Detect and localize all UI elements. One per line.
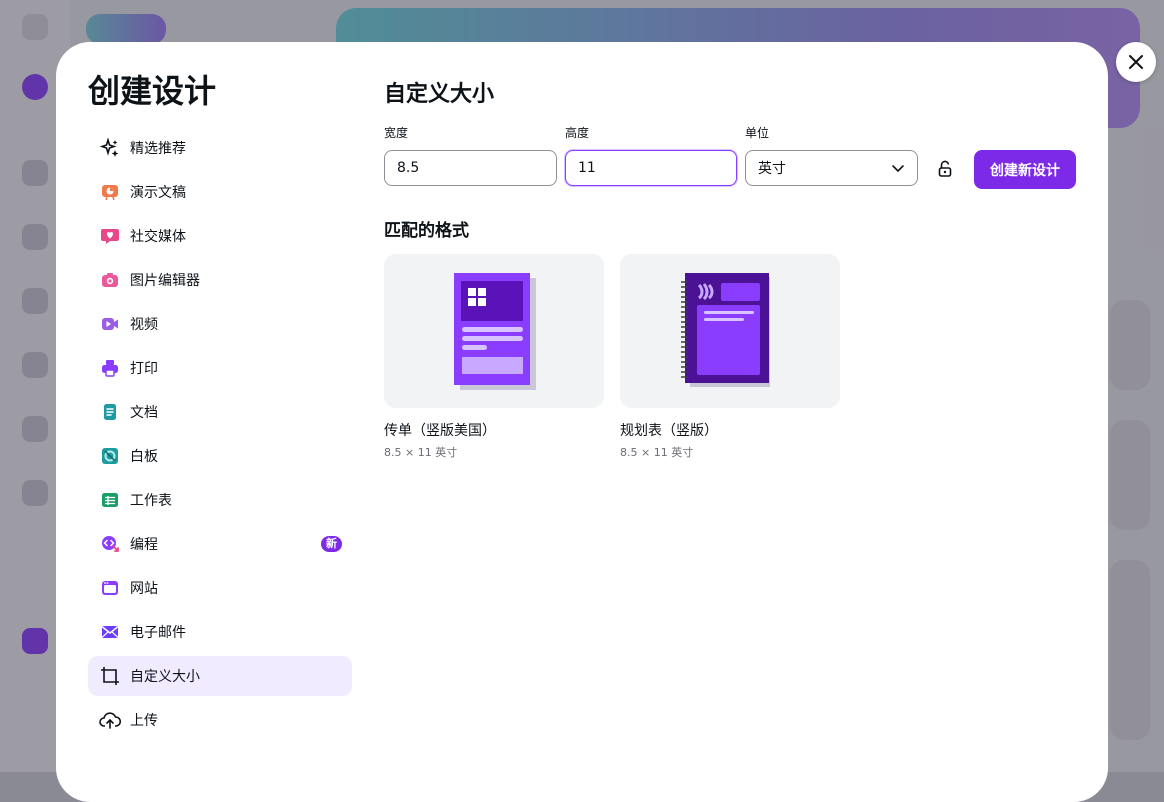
sidebar-item-label: 自定义大小 — [130, 669, 200, 685]
sidebar-item-label: 图片编辑器 — [130, 273, 200, 289]
sidebar-item-upload[interactable]: 上传 — [88, 700, 352, 740]
sidebar-item-label: 演示文稿 — [130, 185, 186, 201]
create-new-design-button[interactable]: 创建新设计 — [974, 150, 1076, 189]
website-icon — [99, 577, 121, 599]
height-input[interactable] — [578, 160, 724, 176]
sidebar-item-presentations[interactable]: 演示文稿 — [88, 172, 352, 212]
video-icon — [99, 313, 121, 335]
unit-label: 单位 — [745, 126, 770, 140]
sidebar-item-social-media[interactable]: 社交媒体 — [88, 216, 352, 256]
sidebar-item-docs[interactable]: 文档 — [88, 392, 352, 432]
flyer-illustration-icon — [454, 273, 536, 390]
sidebar-item-photo-editor[interactable]: 图片编辑器 — [88, 260, 352, 300]
spreadsheet-icon — [99, 489, 121, 511]
format-thumbnail — [620, 254, 840, 408]
sidebar-item-label: 视频 — [130, 317, 158, 333]
chevron-down-icon — [892, 165, 904, 173]
sidebar-item-label: 编程 — [130, 537, 158, 553]
width-input[interactable] — [397, 160, 544, 176]
matched-formats-title: 匹配的格式 — [384, 221, 469, 241]
unlock-icon — [938, 160, 952, 177]
presentation-icon — [99, 181, 121, 203]
sidebar-item-email[interactable]: 电子邮件 — [88, 612, 352, 652]
sidebar-item-video[interactable]: 视频 — [88, 304, 352, 344]
category-sidebar: 精选推荐 演示文稿 社交媒体 图片编辑器 视频 打印 文档 白板 工作表 编程 … — [88, 128, 352, 744]
unit-selected-value: 英寸 — [758, 161, 786, 177]
format-size: 8.5 × 11 英寸 — [620, 446, 694, 459]
format-name: 规划表（竖版） — [620, 423, 718, 439]
unit-select[interactable]: 英寸 — [745, 150, 918, 186]
sidebar-item-label: 文档 — [130, 405, 158, 421]
email-icon — [99, 621, 121, 643]
sidebar-item-label: 网站 — [130, 581, 158, 597]
new-badge: 新 — [321, 536, 342, 552]
format-size: 8.5 × 11 英寸 — [384, 446, 458, 459]
resize-icon — [99, 665, 121, 687]
sidebar-item-label: 工作表 — [130, 493, 172, 509]
planner-illustration-icon — [681, 273, 770, 387]
sidebar-item-label: 上传 — [130, 713, 158, 729]
modal-title: 创建设计 — [88, 72, 217, 110]
sidebar-item-sheets[interactable]: 工作表 — [88, 480, 352, 520]
sidebar-item-label: 精选推荐 — [130, 141, 186, 157]
sidebar-item-website[interactable]: 网站 — [88, 568, 352, 608]
sparkle-icon — [99, 137, 121, 159]
cloud-upload-icon — [99, 709, 121, 731]
sidebar-item-print[interactable]: 打印 — [88, 348, 352, 388]
sidebar-item-featured[interactable]: 精选推荐 — [88, 128, 352, 168]
sidebar-item-label: 打印 — [130, 361, 158, 377]
height-label: 高度 — [565, 126, 590, 140]
create-design-modal: 创建设计 精选推荐 演示文稿 社交媒体 图片编辑器 视频 打印 文档 白板 工作… — [56, 42, 1108, 802]
width-field[interactable] — [384, 150, 557, 186]
whiteboard-icon — [99, 445, 121, 467]
sidebar-item-custom-size[interactable]: 自定义大小 — [88, 656, 352, 696]
format-thumbnail — [384, 254, 604, 408]
format-card-planner[interactable]: 规划表（竖版） 8.5 × 11 英寸 — [620, 254, 840, 460]
aspect-lock-button[interactable] — [936, 160, 954, 178]
document-icon — [99, 401, 121, 423]
height-field[interactable] — [565, 150, 737, 186]
printer-icon — [99, 357, 121, 379]
sidebar-item-label: 白板 — [130, 449, 158, 465]
sidebar-item-code[interactable]: 编程 新 — [88, 524, 352, 564]
heart-chat-icon — [99, 225, 121, 247]
close-button[interactable] — [1116, 42, 1156, 82]
format-card-flyer[interactable]: 传单（竖版美国） 8.5 × 11 英寸 — [384, 254, 604, 460]
custom-size-title: 自定义大小 — [384, 82, 495, 107]
sidebar-item-label: 电子邮件 — [130, 625, 186, 641]
camera-icon — [99, 269, 121, 291]
sidebar-item-whiteboard[interactable]: 白板 — [88, 436, 352, 476]
code-icon — [99, 533, 121, 555]
close-icon — [1129, 55, 1143, 69]
sidebar-item-label: 社交媒体 — [130, 229, 186, 245]
width-label: 宽度 — [384, 126, 409, 140]
format-name: 传单（竖版美国） — [384, 423, 496, 439]
